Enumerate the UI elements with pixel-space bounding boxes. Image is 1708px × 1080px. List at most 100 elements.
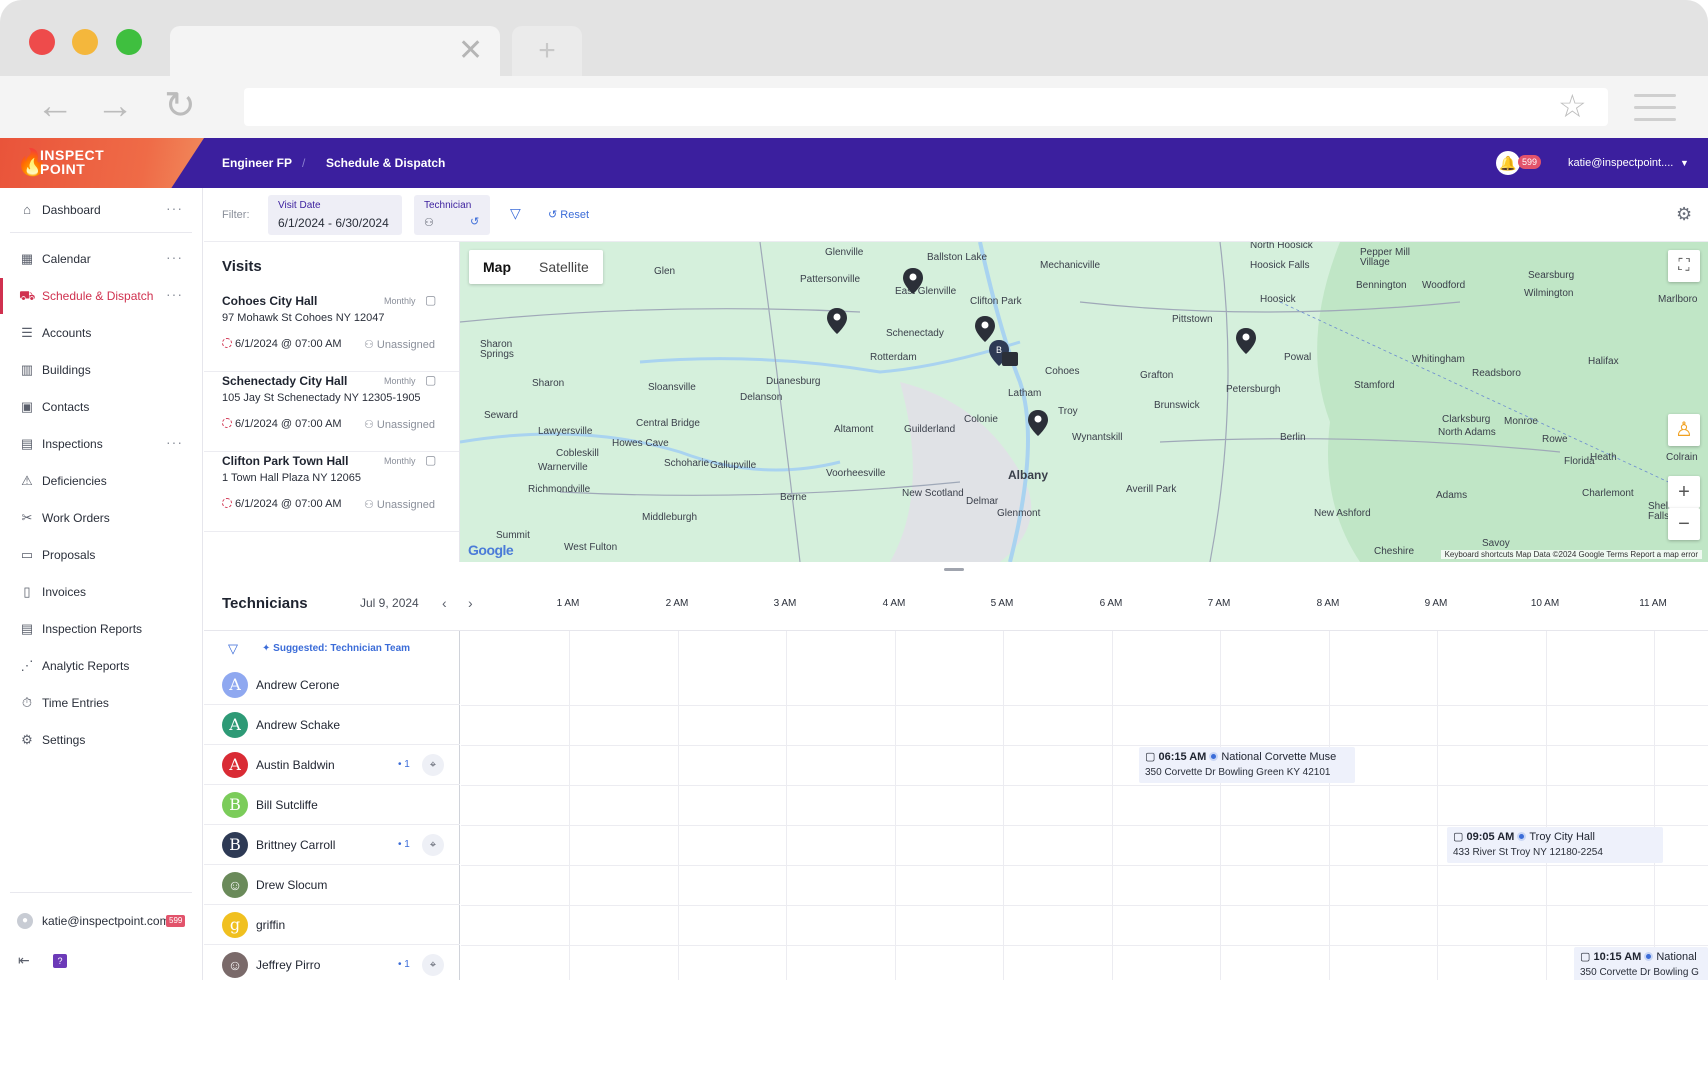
filter-funnel-icon[interactable]: ▽ <box>510 205 521 222</box>
filter-funnel-icon[interactable]: ▽ <box>228 641 238 657</box>
more-options-icon[interactable]: ··· <box>166 278 183 310</box>
sidebar-item-inspections[interactable]: ▤ Inspections ··· <box>0 426 203 462</box>
breadcrumb-separator: / <box>302 156 306 170</box>
calendar-check-icon[interactable]: ▢ <box>425 453 436 467</box>
sidebar-item-analytic-reports[interactable]: ⋰ Analytic Reports <box>0 648 203 684</box>
schedule-event[interactable]: ▢ 09:05 AM Troy City Hall 433 River St Tr… <box>1447 827 1663 863</box>
person-icon: ⚇ <box>364 339 377 351</box>
previous-day-icon[interactable]: ‹ <box>442 576 447 631</box>
visit-card[interactable]: Schenectady City Hall Monthly ▢ 105 Jay … <box>204 364 459 452</box>
satellite-tab[interactable]: Satellite <box>525 250 603 284</box>
forward-icon[interactable]: → <box>96 86 134 126</box>
tab-close-icon[interactable]: ✕ <box>458 36 483 66</box>
settings-gear-icon[interactable]: ⚙ <box>1676 203 1692 225</box>
user-menu[interactable]: katie@inspectpoint.... <box>1568 138 1673 188</box>
sidebar-item-inspection-reports[interactable]: ▤ Inspection Reports <box>0 611 203 647</box>
sidebar-item-work-orders[interactable]: ✂ Work Orders <box>0 500 203 536</box>
hour-gridline <box>1220 631 1221 980</box>
location-pin-icon[interactable]: ⌖ <box>422 834 444 856</box>
building-marker-icon[interactable] <box>1002 352 1018 366</box>
map-marker-icon[interactable] <box>975 316 995 342</box>
window-maximize-button[interactable] <box>116 29 142 55</box>
technician-row[interactable]: B Bill Sutcliffe <box>204 785 460 825</box>
chevron-down-icon[interactable]: ▼ <box>1680 138 1689 188</box>
fullscreen-icon[interactable]: ⛶ <box>1668 250 1700 282</box>
hour-label: 9 AM <box>1424 598 1448 609</box>
breadcrumb-engineer[interactable]: Engineer FP <box>222 138 292 188</box>
clear-technician-icon[interactable]: ↺ <box>470 215 479 228</box>
collapse-sidebar-icon[interactable]: ⇤ <box>18 952 30 969</box>
map-marker-icon[interactable] <box>827 308 847 334</box>
back-icon[interactable]: ← <box>36 86 74 126</box>
map-marker-icon[interactable] <box>1028 410 1048 436</box>
window-minimize-button[interactable] <box>72 29 98 55</box>
new-tab-button[interactable]: + <box>512 26 582 76</box>
reload-icon[interactable]: ↻ <box>164 86 196 126</box>
more-options-icon[interactable]: ··· <box>166 241 183 273</box>
technician-row[interactable]: B Brittney Carroll • 1 ⌖ <box>204 825 460 865</box>
zoom-in-icon[interactable]: + <box>1668 476 1700 508</box>
schedule-grid[interactable]: ▢ 06:15 AM National Corvette Muse 350 Cor… <box>461 631 1708 980</box>
calendar-check-icon[interactable]: ▢ <box>425 293 436 307</box>
status-dot-icon <box>1517 832 1527 841</box>
more-options-icon[interactable]: ··· <box>166 192 183 224</box>
browser-tab[interactable] <box>170 26 500 76</box>
window-close-button[interactable] <box>29 29 55 55</box>
map-attribution[interactable]: Keyboard shortcuts Map Data ©2024 Google… <box>1440 550 1702 559</box>
sidebar-item-proposals[interactable]: ▭ Proposals <box>0 537 203 573</box>
more-options-icon[interactable]: ··· <box>166 426 183 458</box>
technician-row[interactable]: A Andrew Schake <box>204 705 460 745</box>
address-bar[interactable] <box>244 88 1608 126</box>
technician-row[interactable]: g griffin <box>204 905 460 945</box>
bookmark-star-icon[interactable]: ☆ <box>1558 88 1587 124</box>
technician-filter[interactable]: Technician ⚇ ↺ <box>414 195 490 235</box>
hour-gridline <box>1654 631 1655 980</box>
next-day-icon[interactable]: › <box>468 576 473 631</box>
schedule-date[interactable]: Jul 9, 2024 <box>360 576 419 631</box>
brand-logo[interactable]: 🔥 INSPECT POINT <box>0 138 204 188</box>
sidebar-item-time-entries[interactable]: ⏱ Time Entries <box>0 685 203 721</box>
sidebar-item-deficiencies[interactable]: ⚠ Deficiencies <box>0 463 203 499</box>
schedule-event[interactable]: ▢ 10:15 AM National 350 Corvette Dr Bowli… <box>1574 947 1708 980</box>
hour-label: 6 AM <box>1099 598 1123 609</box>
row-gridline <box>461 905 1708 906</box>
visit-card[interactable]: Cohoes City Hall Monthly ▢ 97 Mohawk St … <box>204 284 459 372</box>
visit-card[interactable]: Clifton Park Town Hall Monthly ▢ 1 Town … <box>204 444 459 532</box>
map-place-label: Marlboro <box>1658 294 1698 305</box>
suggested-filter-row[interactable]: ▽ ✦ Suggested: Technician Team <box>204 631 460 667</box>
technician-row[interactable]: ☺ Drew Slocum <box>204 865 460 905</box>
sidebar-item-invoices[interactable]: ▯ Invoices <box>0 574 203 610</box>
sidebar-user[interactable]: ● katie@inspectpoint.com 599 <box>0 906 203 936</box>
notification-bell-icon[interactable]: 🔔 <box>1496 151 1520 175</box>
event-summary: ▢ 09:05 AM Troy City Hall <box>1453 830 1657 845</box>
street-view-pegman-icon[interactable]: ♙ <box>1668 414 1700 446</box>
schedule-event[interactable]: ▢ 06:15 AM National Corvette Muse 350 Cor… <box>1139 747 1355 783</box>
location-pin-icon[interactable]: ⌖ <box>422 754 444 776</box>
visit-date-filter[interactable]: Visit Date 6/1/2024 - 6/30/2024 <box>268 195 402 235</box>
technician-row[interactable]: A Andrew Cerone <box>204 665 460 705</box>
sidebar-item-buildings[interactable]: ▥ Buildings <box>0 352 203 388</box>
map-marker-icon[interactable] <box>1236 328 1256 354</box>
sidebar-item-dashboard[interactable]: ⌂ Dashboard ··· <box>0 192 203 228</box>
technician-row[interactable]: ☺ Jeffrey Pirro • 1 ⌖ <box>204 945 460 980</box>
help-chat-icon[interactable]: ? <box>53 954 67 968</box>
sidebar-item-accounts[interactable]: ☰ Accounts <box>0 315 203 351</box>
sidebar-item-label: Invoices <box>42 585 87 599</box>
reset-button[interactable]: ↺ Reset <box>548 188 589 242</box>
hour-gridline <box>678 631 679 980</box>
dashboard-icon: ⌂ <box>23 202 31 217</box>
map-tab[interactable]: Map <box>469 250 525 284</box>
calendar-check-icon[interactable]: ▢ <box>425 373 436 387</box>
sidebar-item-settings[interactable]: ⚙ Settings <box>0 722 203 758</box>
technician-row[interactable]: A Austin Baldwin • 1 ⌖ <box>204 745 460 785</box>
panel-resize-handle[interactable] <box>944 568 964 571</box>
sidebar-item-schedule-dispatch[interactable]: ⛟ Schedule & Dispatch ··· <box>0 278 203 314</box>
browser-menu-icon[interactable] <box>1634 94 1676 130</box>
map-place-label: Pattersonville <box>800 274 861 285</box>
zoom-out-icon[interactable]: − <box>1668 508 1700 540</box>
sidebar-item-calendar[interactable]: ▦ Calendar ··· <box>0 241 203 277</box>
sidebar-item-contacts[interactable]: ▣ Contacts <box>0 389 203 425</box>
map-marker-icon[interactable] <box>903 268 923 294</box>
map-view[interactable]: Map Satellite Glenville Ballston Lake Me… <box>460 242 1708 562</box>
location-pin-icon[interactable]: ⌖ <box>422 954 444 976</box>
